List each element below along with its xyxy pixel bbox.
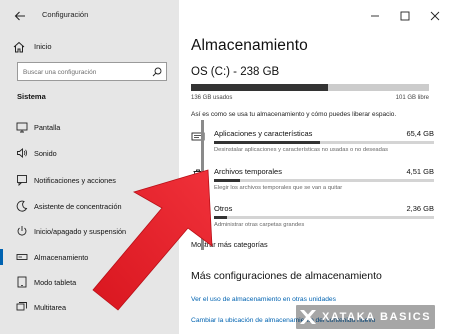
sidebar-item-multitasking[interactable]: Multitarea — [0, 296, 179, 318]
other-drives-usage-link[interactable]: Ver el uso de almacenamiento en otras un… — [191, 296, 336, 303]
category-bar-fill — [214, 179, 241, 182]
home-icon — [13, 41, 25, 53]
category-bar — [214, 216, 434, 219]
monitor-icon — [16, 122, 28, 133]
sidebar-item-label: Notificaciones y acciones — [34, 176, 116, 185]
sidebar-item-label: Modo tableta — [34, 278, 77, 287]
category-size: 65,4 GB — [406, 129, 434, 138]
app-title: Configuración — [42, 10, 89, 19]
category-description: Elegir los archivos temporales que se va… — [214, 185, 343, 191]
minimize-button[interactable] — [360, 0, 390, 32]
section-label: Sistema — [17, 92, 46, 101]
category-size: 4,51 GB — [406, 167, 434, 176]
sidebar-item-label: Multitarea — [34, 303, 67, 312]
multitask-icon — [16, 302, 27, 311]
category-bar — [214, 141, 434, 144]
back-button[interactable] — [12, 8, 28, 24]
sidebar-item-label: Pantalla — [34, 123, 61, 132]
sidebar-item-label: Asistente de concentración — [34, 202, 122, 211]
speaker-icon — [17, 148, 27, 158]
drive-icon — [16, 254, 28, 260]
category-bar — [214, 179, 434, 182]
sidebar-item-storage[interactable]: Almacenamiento — [0, 246, 179, 268]
moon-icon — [16, 200, 28, 212]
maximize-icon — [400, 11, 410, 21]
sidebar-scrollbar[interactable] — [201, 120, 204, 250]
close-button[interactable] — [420, 0, 450, 32]
category-size: 2,36 GB — [406, 204, 434, 213]
sidebar-item-label: Almacenamiento — [34, 253, 89, 262]
more-storage-settings-heading: Más configuraciones de almacenamiento — [191, 270, 382, 282]
usage-bar-fill — [191, 84, 328, 91]
power-icon — [17, 226, 27, 236]
sidebar-item-tablet-mode[interactable]: Modo tableta — [0, 271, 179, 293]
category-description: Administrar otras carpetas grandes — [214, 222, 305, 228]
close-icon — [430, 11, 440, 21]
sidebar-item-display[interactable]: Pantalla — [0, 116, 179, 138]
maximize-button[interactable] — [390, 0, 420, 32]
sidebar-item-notifications[interactable]: Notificaciones y acciones — [0, 169, 179, 191]
main-content: Almacenamiento OS (C:) - 238 GB 136 GB u… — [179, 0, 450, 334]
usage-bar — [191, 84, 429, 91]
watermark-text: XATAKA BASICS — [322, 311, 432, 323]
search-box[interactable] — [17, 62, 167, 81]
category-description: Desinstalar aplicaciones y característic… — [214, 147, 389, 153]
window-controls — [360, 0, 450, 32]
search-icon[interactable] — [152, 67, 162, 77]
sidebar: Configuración Inicio Sistema Pantalla — [0, 0, 179, 334]
category-name: Otros — [214, 204, 233, 213]
sidebar-item-label: Inicio/apagado y suspensión — [34, 227, 127, 236]
page-title: Almacenamiento — [191, 37, 308, 54]
category-apps[interactable]: Aplicaciones y características 65,4 GB D… — [191, 128, 434, 158]
notification-icon — [17, 175, 27, 186]
tablet-icon — [17, 276, 27, 288]
used-label: 136 GB usados — [191, 95, 233, 101]
category-bar-fill — [214, 141, 320, 144]
settings-window: Configuración Inicio Sistema Pantalla — [0, 0, 450, 334]
category-other[interactable]: Otros 2,36 GB Administrar otras carpetas… — [191, 203, 434, 233]
sidebar-item-sound[interactable]: Sonido — [0, 142, 179, 164]
minimize-icon — [371, 15, 379, 17]
back-arrow-icon — [14, 11, 25, 21]
sidebar-item-label: Sonido — [34, 149, 57, 158]
xataka-watermark: XATAKA BASICS — [296, 305, 436, 329]
drive-title: OS (C:) - 238 GB — [191, 66, 280, 78]
category-bar-fill — [214, 216, 228, 219]
sidebar-item-focus-assist[interactable]: Asistente de concentración — [0, 195, 179, 217]
sidebar-item-label: Inicio — [34, 42, 52, 51]
search-input[interactable] — [23, 66, 148, 78]
sidebar-item-home[interactable]: Inicio — [0, 37, 179, 57]
category-temp-files[interactable]: Archivos temporales 4,51 GB Elegir los a… — [191, 166, 434, 196]
xataka-logo-icon — [300, 310, 316, 324]
storage-description: Así es como se usa tu almacenamiento y c… — [191, 111, 397, 118]
sidebar-item-power[interactable]: Inicio/apagado y suspensión — [0, 220, 179, 242]
category-name: Aplicaciones y características — [214, 129, 313, 138]
category-name: Archivos temporales — [214, 167, 282, 176]
free-label: 101 GB libre — [395, 95, 429, 101]
title-bar: Configuración — [0, 0, 179, 32]
